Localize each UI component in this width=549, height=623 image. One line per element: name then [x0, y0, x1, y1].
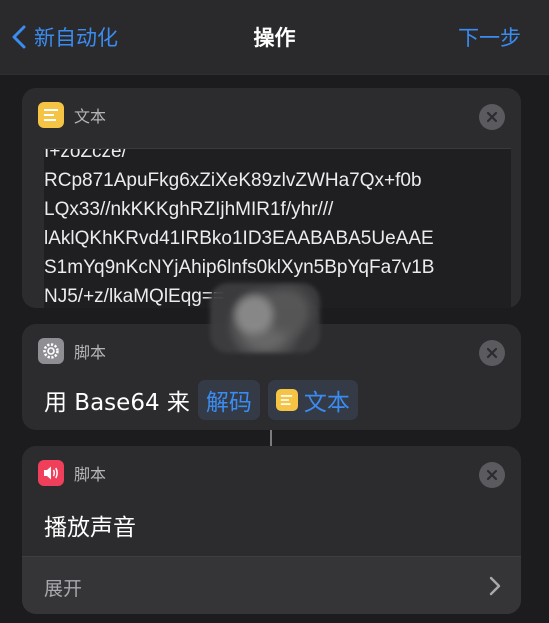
base64-prefix-label: 用 Base64 来	[44, 390, 190, 416]
text-action-card: 文本 I+zoZcze/ RCp871ApuFkg6xZiXeK89zlvZWH…	[22, 88, 521, 308]
base64-action-sentence: 用 Base64 来 解码 文本	[44, 380, 358, 420]
operation-label: 解码	[205, 390, 252, 416]
base64-action-title: 脚本	[74, 343, 107, 362]
play-sound-label: 播放声音	[44, 515, 136, 541]
text-action-title: 文本	[74, 107, 107, 126]
base64-action-header: 脚本	[38, 338, 106, 364]
variable-token[interactable]: 文本	[267, 380, 358, 420]
play-sound-action-header: 脚本	[38, 460, 106, 486]
text-line: S1mYq9nKcNYjAhip6lnfs0klXyn5BpYqFa7v1B	[44, 257, 435, 278]
remove-text-action-button[interactable]	[479, 104, 505, 130]
close-icon	[486, 347, 498, 359]
speaker-icon	[38, 460, 64, 486]
remove-play-sound-action-button[interactable]	[479, 462, 505, 488]
remove-base64-action-button[interactable]	[479, 340, 505, 366]
play-sound-action-title: 脚本	[74, 465, 107, 484]
notes-icon	[275, 389, 298, 411]
close-icon	[486, 469, 498, 481]
text-line: RCp871ApuFkg6xZiXeK89zlvZWHa7Qx+f0b	[44, 170, 422, 191]
nav-bar: 新自动化 操作 下一步	[0, 0, 549, 75]
notes-icon	[38, 102, 64, 128]
text-line: LQx33//nkKKKghRZIjhMIR1f/yhr///	[44, 199, 334, 220]
text-action-header: 文本	[38, 102, 106, 128]
next-button[interactable]: 下一步	[458, 22, 521, 52]
close-icon	[486, 111, 498, 123]
text-line: I+zoZcze/	[44, 148, 127, 162]
action-connector	[270, 430, 272, 446]
gear-icon	[38, 338, 64, 364]
play-sound-action-card: 脚本 播放声音 展开	[22, 446, 521, 614]
variable-label: 文本	[303, 390, 350, 416]
text-line: lAklQKhKRvd41IRBko1ID3EAABABA5UeAAE	[44, 228, 434, 249]
operation-token[interactable]: 解码	[197, 380, 260, 420]
redaction-blur	[210, 283, 320, 353]
expand-row[interactable]: 展开	[22, 556, 521, 614]
chevron-right-icon	[489, 576, 501, 596]
expand-label: 展开	[44, 578, 83, 600]
